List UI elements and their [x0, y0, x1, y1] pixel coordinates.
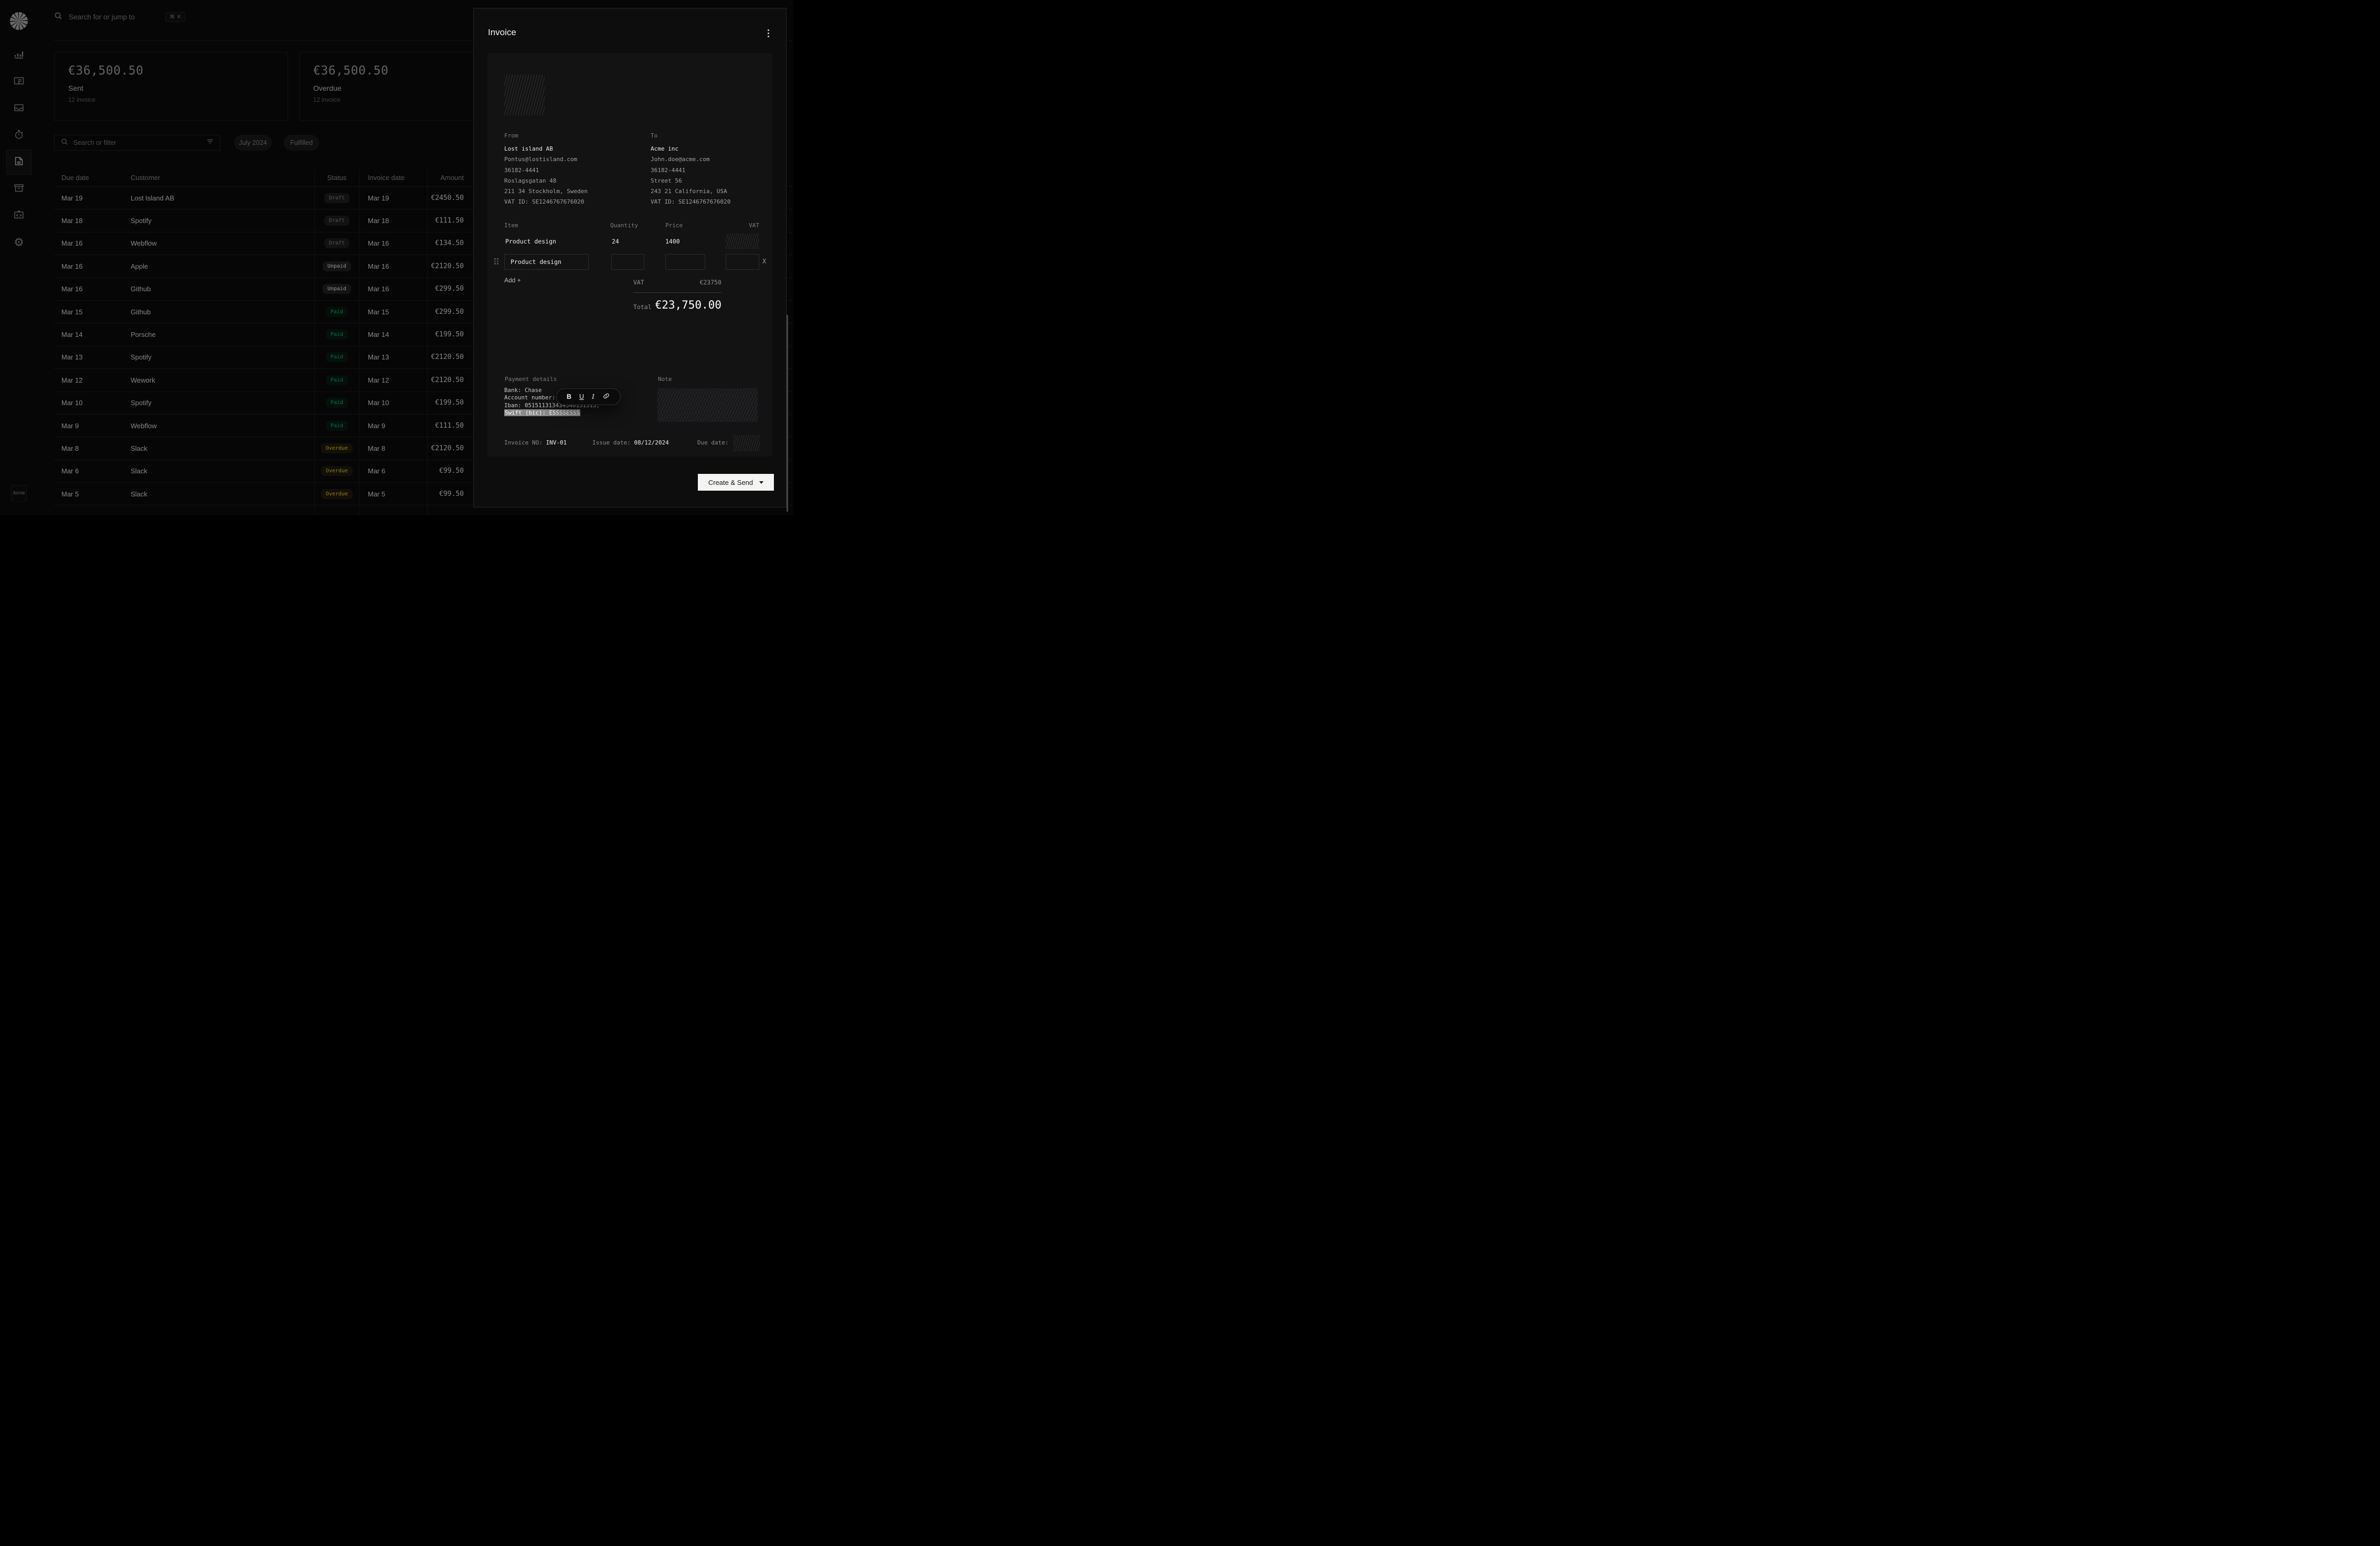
app-window: ⚙ Acme Search for or jump to ⌘ K €36,500…	[0, 0, 793, 515]
more-options-icon[interactable]	[768, 29, 769, 37]
vat-summary-label: VAT	[633, 279, 644, 286]
vat-header: VAT	[726, 222, 759, 229]
address-line: VAT ID: SE1246767676020	[651, 197, 771, 207]
remove-row-button[interactable]: X	[762, 258, 766, 265]
payment-line-selected: Swift (bic): ESSSSESSS	[504, 409, 600, 417]
from-lines: Lost island ABPontus@lostisland.com36182…	[504, 144, 625, 208]
address-line: Street 56	[651, 176, 771, 186]
item-price-input[interactable]	[665, 254, 705, 270]
summary-divider	[633, 292, 721, 293]
to-label: To	[651, 132, 771, 139]
due-date[interactable]: Due date:	[697, 439, 729, 446]
total-value: €23,750.00	[655, 299, 721, 311]
link-icon[interactable]	[602, 392, 610, 401]
to-block[interactable]: To Acme incJohn.doe@acme.com36182-4441St…	[651, 132, 771, 208]
vat-summary-value: €23750	[699, 279, 721, 286]
from-block[interactable]: From Lost island ABPontus@lostisland.com…	[504, 132, 625, 208]
address-line: Pontus@lostisland.com	[504, 154, 625, 165]
bold-button[interactable]: B	[567, 394, 571, 400]
from-label: From	[504, 132, 625, 139]
total-label: Total	[633, 303, 652, 311]
logo-upload-placeholder[interactable]	[504, 75, 545, 115]
issue-date[interactable]: Issue date: 08/12/2024	[592, 439, 669, 446]
italic-button[interactable]: I	[592, 394, 594, 400]
item-quantity[interactable]: 24	[612, 238, 619, 245]
address-line: VAT ID: SE1246767676020	[504, 197, 625, 207]
address-line: Roslagsgatan 48	[504, 176, 625, 186]
due-date-placeholder[interactable]	[733, 435, 760, 451]
quantity-header: Quantity	[610, 222, 638, 229]
item-header: Item	[504, 222, 518, 229]
invoice-paper: From Lost island ABPontus@lostisland.com…	[487, 53, 772, 457]
price-header: Price	[665, 222, 683, 229]
add-item-button[interactable]: Add +	[504, 277, 521, 284]
scrollbar[interactable]	[787, 315, 788, 512]
format-toolbar: B U I	[556, 388, 621, 405]
note-label: Note	[658, 376, 672, 383]
invoice-sheet: Invoice From Lost island ABPontus@lostis…	[473, 8, 787, 507]
payment-details-label: Payment details	[505, 376, 557, 383]
address-line: John.doe@acme.com	[651, 154, 771, 165]
item-vat-placeholder[interactable]	[726, 234, 759, 249]
chevron-down-icon	[759, 481, 763, 484]
item-quantity-input[interactable]	[611, 254, 644, 270]
drag-handle-icon[interactable]	[494, 258, 498, 264]
address-line: 243 21 California, USA	[651, 186, 771, 197]
create-send-button[interactable]: Create & Send	[698, 474, 774, 491]
panel-title: Invoice	[488, 27, 516, 38]
item-name-input[interactable]: Product design	[504, 254, 589, 270]
underline-button[interactable]: U	[579, 394, 584, 400]
note-placeholder[interactable]	[657, 388, 758, 422]
item-vat-input[interactable]	[726, 254, 759, 270]
address-line: 36182-4441	[504, 165, 625, 176]
to-lines: Acme incJohn.doe@acme.com36182-4441Stree…	[651, 144, 771, 208]
address-line: 36182-4441	[651, 165, 771, 176]
item-price[interactable]: 1400	[665, 238, 680, 245]
address-line: Lost island AB	[504, 144, 625, 154]
invoice-number[interactable]: Invoice NO: INV-01	[504, 439, 567, 446]
address-line: Acme inc	[651, 144, 771, 154]
address-line: 211 34 Stockholm, Sweden	[504, 186, 625, 197]
item-name[interactable]: Product design	[505, 238, 556, 245]
